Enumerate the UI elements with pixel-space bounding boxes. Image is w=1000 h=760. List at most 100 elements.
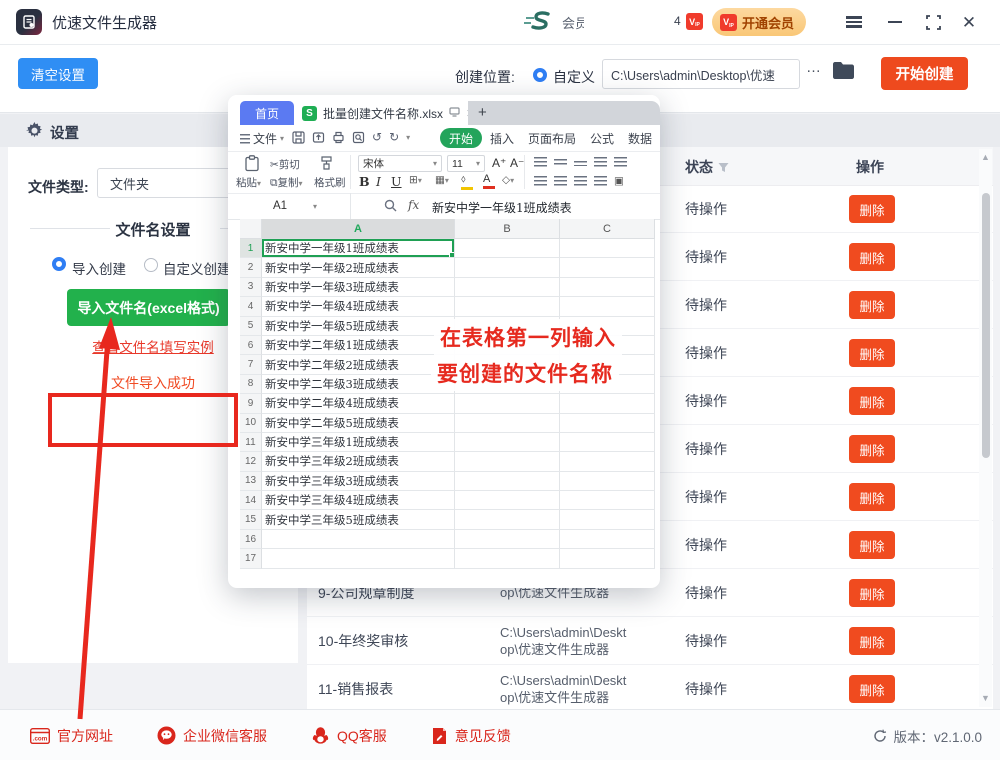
official-website-link[interactable]: .com 官方网址: [30, 726, 113, 746]
column-header-A[interactable]: A: [262, 219, 455, 239]
align-left-icon[interactable]: [534, 176, 547, 189]
grid-cell-C11[interactable]: [560, 433, 655, 452]
grid-cell-A5[interactable]: 新安中学一年级5班成绩表: [262, 317, 455, 336]
scroll-up-icon[interactable]: ▲: [981, 153, 990, 162]
scrollbar-thumb[interactable]: [982, 193, 990, 458]
grid-cell-B13[interactable]: [455, 472, 560, 491]
custom-create-radio[interactable]: [144, 258, 158, 272]
font-size-select[interactable]: 11▾: [447, 155, 485, 172]
grid-cell-B16[interactable]: [455, 530, 560, 549]
row-number[interactable]: 7: [240, 355, 262, 374]
delete-button[interactable]: 删除: [849, 195, 895, 223]
row-number[interactable]: 17: [240, 549, 262, 568]
grid-cell-A8[interactable]: 新安中学二年级3班成绩表: [262, 375, 455, 394]
delete-button[interactable]: 删除: [849, 435, 895, 463]
open-membership-button[interactable]: VIP 开通会员: [712, 8, 806, 36]
copy-button[interactable]: ⧉复制▾: [270, 175, 303, 190]
grid-cell-A7[interactable]: 新安中学二年级2班成绩表: [262, 355, 455, 374]
bold-button[interactable]: B: [359, 174, 370, 189]
align-right-icon[interactable]: [574, 176, 587, 189]
grid-cell-A11[interactable]: 新安中学三年级1班成绩表: [262, 433, 455, 452]
wechat-support-link[interactable]: 企业微信客服: [157, 726, 267, 746]
delete-button[interactable]: 删除: [849, 483, 895, 511]
grid-cell-C10[interactable]: [560, 414, 655, 433]
row-number[interactable]: 13: [240, 472, 262, 491]
row-number[interactable]: 2: [240, 258, 262, 277]
browse-more-button[interactable]: …: [806, 59, 822, 76]
save-icon[interactable]: [292, 131, 305, 144]
borders-icon[interactable]: ⊞▾: [409, 174, 422, 186]
grid-cell-A10[interactable]: 新安中学二年级5班成绩表: [262, 414, 455, 433]
grid-cell-C16[interactable]: [560, 530, 655, 549]
column-header-C[interactable]: C: [560, 219, 655, 239]
grid-cell-A17[interactable]: [262, 549, 455, 568]
increase-indent-icon[interactable]: [614, 157, 627, 170]
magnifier-icon[interactable]: [384, 199, 397, 217]
grid-cell-B3[interactable]: [455, 278, 560, 297]
row-number[interactable]: 1: [240, 239, 262, 258]
filter-funnel-icon[interactable]: [718, 162, 729, 173]
fill-color-icon[interactable]: ⬨: [461, 173, 473, 190]
increase-font-icon[interactable]: A⁺: [492, 156, 506, 170]
grid-cell-A16[interactable]: [262, 530, 455, 549]
grid-cell-A4[interactable]: 新安中学一年级4班成绩表: [262, 297, 455, 316]
row-number[interactable]: 14: [240, 491, 262, 510]
grid-cell-C17[interactable]: [560, 549, 655, 568]
align-bottom-icon[interactable]: [574, 157, 587, 169]
grid-cell-B11[interactable]: [455, 433, 560, 452]
font-color-icon[interactable]: A: [483, 173, 495, 189]
import-create-radio[interactable]: [52, 257, 66, 271]
clear-settings-button[interactable]: 清空设置: [18, 58, 98, 89]
decrease-font-icon[interactable]: A⁻: [510, 156, 524, 170]
ribbon-tab[interactable]: 插入: [490, 130, 514, 147]
grid-cell-C4[interactable]: [560, 297, 655, 316]
grid-cell-C3[interactable]: [560, 278, 655, 297]
row-number[interactable]: 11: [240, 433, 262, 452]
align-middle-icon[interactable]: [554, 157, 567, 169]
open-folder-icon[interactable]: [832, 61, 855, 85]
grid-cell-A6[interactable]: 新安中学二年级1班成绩表: [262, 336, 455, 355]
select-all-corner[interactable]: [240, 219, 262, 239]
cut-button[interactable]: ✂剪切: [270, 157, 300, 172]
row-number[interactable]: 5: [240, 317, 262, 336]
custom-location-radio[interactable]: [533, 68, 547, 82]
row-number[interactable]: 8: [240, 375, 262, 394]
status-column-header[interactable]: 状态: [685, 157, 729, 177]
grid-cell-C13[interactable]: [560, 472, 655, 491]
justify-icon[interactable]: [594, 176, 607, 189]
grid-cell-C1[interactable]: [560, 239, 655, 258]
new-tab-button[interactable]: +: [478, 104, 487, 121]
italic-button[interactable]: I: [376, 174, 381, 189]
wps-home-tab[interactable]: 首页: [240, 101, 294, 125]
ribbon-tab[interactable]: 公式: [590, 130, 614, 147]
feedback-link[interactable]: 意见反馈: [431, 726, 511, 746]
format-painter-icon[interactable]: [320, 156, 333, 173]
row-number[interactable]: 15: [240, 510, 262, 529]
clear-format-icon[interactable]: ◇▾: [502, 174, 514, 186]
close-button[interactable]: ✕: [958, 12, 980, 32]
row-number[interactable]: 4: [240, 297, 262, 316]
grid-cell-C14[interactable]: [560, 491, 655, 510]
grid-cell-B14[interactable]: [455, 491, 560, 510]
cell-name-box[interactable]: A1▾: [240, 193, 351, 219]
grid-cell-A2[interactable]: 新安中学一年级2班成绩表: [262, 258, 455, 277]
delete-button[interactable]: 删除: [849, 675, 895, 703]
file-menu[interactable]: 文件▾: [240, 130, 284, 147]
export-icon[interactable]: [312, 131, 325, 144]
grid-cell-C15[interactable]: [560, 510, 655, 529]
align-center-icon[interactable]: [554, 176, 567, 189]
font-name-select[interactable]: 宋体▾: [358, 155, 442, 172]
grid-cell-A9[interactable]: 新安中学二年级4班成绩表: [262, 394, 455, 413]
row-number[interactable]: 3: [240, 278, 262, 297]
wps-document-tab[interactable]: S 批量创建文件名称.xlsx ✕: [302, 101, 475, 125]
delete-button[interactable]: 删除: [849, 627, 895, 655]
grid-cell-C12[interactable]: [560, 452, 655, 471]
row-number[interactable]: 6: [240, 336, 262, 355]
grid-cell-A12[interactable]: 新安中学三年级2班成绩表: [262, 452, 455, 471]
delete-button[interactable]: 删除: [849, 531, 895, 559]
paste-button[interactable]: 粘贴▾: [236, 175, 261, 190]
grid-cell-B4[interactable]: [455, 297, 560, 316]
paste-icon[interactable]: [244, 155, 260, 175]
grid-cell-A15[interactable]: 新安中学三年级5班成绩表: [262, 510, 455, 529]
print-icon[interactable]: [332, 131, 345, 144]
